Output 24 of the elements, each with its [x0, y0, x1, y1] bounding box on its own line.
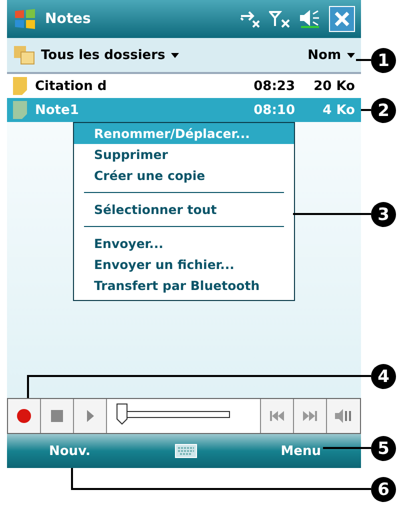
- note-size: 20 Ko: [312, 78, 355, 94]
- menu-item[interactable]: Transfert par Bluetooth: [74, 275, 294, 296]
- new-softkey[interactable]: Nouv.: [49, 444, 90, 458]
- note-name: Note1: [35, 102, 80, 118]
- callout-number: 2: [371, 98, 396, 123]
- callout-number: 3: [371, 202, 396, 227]
- menu-item[interactable]: Envoyer un fichier...: [74, 254, 294, 275]
- folder-dropdown[interactable]: Tous les dossiers: [41, 48, 166, 62]
- callout-number: 1: [371, 48, 396, 73]
- note-row[interactable]: Citation d 08:23 20 Ko: [7, 74, 361, 98]
- note-size: 4 Ko: [322, 102, 355, 118]
- note-time: 08:10: [252, 102, 295, 118]
- callout-number: 5: [371, 436, 396, 461]
- menu-item[interactable]: Sélectionner tout: [74, 199, 294, 220]
- note-time: 08:23: [252, 78, 295, 94]
- menu-item[interactable]: Envoyer...: [74, 233, 294, 254]
- menu-item[interactable]: Créer une copie: [74, 165, 294, 186]
- callout-number: 4: [371, 364, 396, 389]
- menu-item[interactable]: Supprimer: [74, 144, 294, 165]
- note-name: Citation d: [35, 78, 108, 94]
- window-title: Notes: [45, 11, 92, 27]
- menu-softkey[interactable]: Menu: [280, 444, 321, 458]
- callout-number: 6: [371, 477, 396, 502]
- sort-dropdown[interactable]: Nom: [308, 48, 341, 62]
